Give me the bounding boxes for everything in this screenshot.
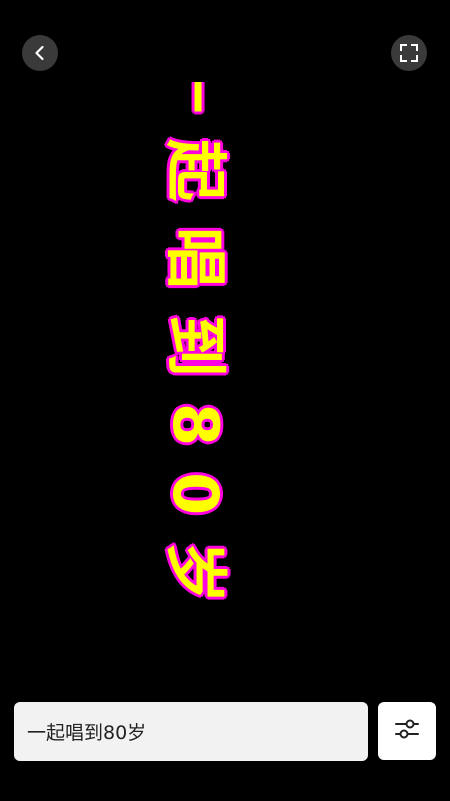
banner-text: 一起唱到80岁 [158, 82, 234, 631]
led-banner: 一起唱到80岁 [0, 82, 450, 700]
chevron-left-icon [31, 44, 49, 62]
settings-button[interactable] [378, 702, 436, 760]
banner-text-input-value: 一起唱到80岁 [27, 722, 147, 744]
sliders-icon [394, 716, 420, 746]
banner-text-input[interactable]: 一起唱到80岁 [14, 702, 368, 761]
fullscreen-button[interactable] [391, 35, 427, 71]
fullscreen-icon [399, 43, 419, 63]
back-button[interactable] [22, 35, 58, 71]
